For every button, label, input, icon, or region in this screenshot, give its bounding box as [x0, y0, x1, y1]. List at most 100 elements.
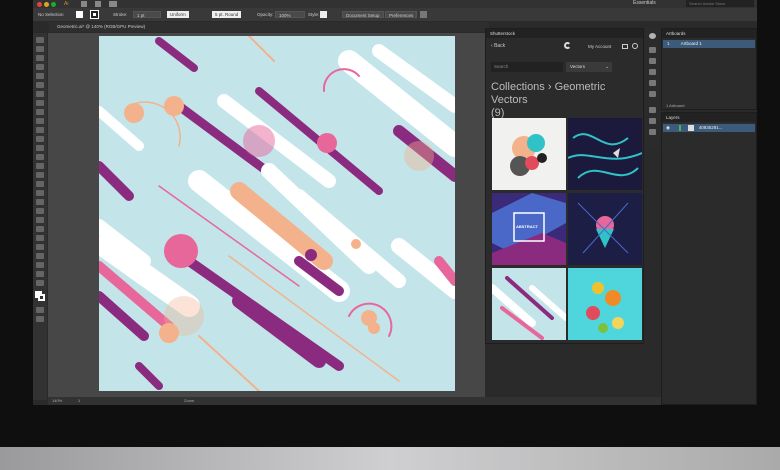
rotate-tool-icon[interactable]: [36, 145, 44, 151]
character-icon[interactable]: [649, 118, 656, 124]
panel-title: Layers: [662, 113, 756, 122]
thumbnail[interactable]: [492, 268, 566, 340]
paragraph-icon[interactable]: [649, 129, 656, 135]
back-button[interactable]: ‹ Back: [491, 43, 505, 49]
blend-tool-icon[interactable]: [36, 226, 44, 232]
control-bar: No Selection Stroke: 1 pt Uniform 5 pt. …: [33, 8, 757, 21]
align-icon[interactable]: [649, 80, 656, 86]
my-account-link[interactable]: My Account: [588, 44, 611, 49]
panel-icon-strip: [645, 28, 661, 148]
preferences-button[interactable]: Preferences: [385, 11, 418, 18]
app-logo: Ai: [64, 1, 69, 7]
direct-selection-tool-icon[interactable]: [36, 46, 44, 52]
arrange-icon[interactable]: [420, 11, 427, 18]
shutterstock-logo-icon: [564, 42, 571, 49]
libraries-icon[interactable]: [649, 107, 656, 113]
opacity-label: Opacity:: [257, 12, 274, 17]
shutterstock-panel-icon[interactable]: [649, 33, 656, 39]
pencil-tool-icon[interactable]: [36, 127, 44, 133]
status-bar: 140% 1 Zoom 1 Layer: [48, 397, 757, 405]
graph-tool-icon[interactable]: [36, 244, 44, 250]
transform-icon[interactable]: [649, 58, 656, 64]
lasso-tool-icon[interactable]: [36, 64, 44, 70]
thumbnail-text: ABSTRACT: [516, 224, 538, 229]
artboards-icon[interactable]: [649, 69, 656, 75]
artboard-number[interactable]: 1: [78, 397, 80, 405]
hand-tool-icon[interactable]: [36, 271, 44, 277]
stroke-label: Stroke:: [113, 12, 128, 17]
curvature-tool-icon[interactable]: [36, 82, 44, 88]
content-type-select[interactable]: Vectors ⌄: [566, 62, 612, 72]
settings-icon[interactable]: [632, 43, 638, 49]
visibility-eye-icon[interactable]: ◉: [663, 125, 670, 130]
workspace-switcher[interactable]: Essentials: [633, 0, 656, 6]
search-input[interactable]: Search: [491, 62, 563, 72]
drawing-mode-icon[interactable]: [36, 307, 44, 313]
artboards-panel: Artboards 1 Artboard 1 1 Artboard: [661, 28, 757, 110]
current-tool[interactable]: Zoom: [184, 397, 194, 405]
thumbnail[interactable]: [568, 268, 642, 340]
document-setup-button[interactable]: Document Setup: [342, 11, 384, 18]
pen-tool-icon[interactable]: [36, 73, 44, 79]
line-tool-icon[interactable]: [36, 100, 44, 106]
pathfinder-icon[interactable]: [649, 91, 656, 97]
scale-tool-icon[interactable]: [36, 154, 44, 160]
monitor-stand: [0, 447, 780, 470]
shape-builder-tool-icon[interactable]: [36, 181, 44, 187]
folder-icon[interactable]: [622, 44, 628, 49]
slice-tool-icon[interactable]: [36, 262, 44, 268]
variable-width-profile[interactable]: Uniform: [167, 11, 189, 18]
arrange-documents-icon[interactable]: [109, 1, 117, 7]
thumbnail[interactable]: [568, 118, 642, 190]
gradient-tool-icon[interactable]: [36, 208, 44, 214]
shutterstock-panel: Shutterstock ‹ Back My Account Search Ve…: [485, 28, 644, 344]
zoom-level[interactable]: 140%: [52, 397, 62, 405]
paintbrush-tool-icon[interactable]: [36, 118, 44, 124]
thumbnail[interactable]: [492, 118, 566, 190]
type-tool-icon[interactable]: [36, 91, 44, 97]
free-transform-tool-icon[interactable]: [36, 172, 44, 178]
canvas[interactable]: [48, 33, 485, 397]
rectangle-tool-icon[interactable]: [36, 109, 44, 115]
graphic-style-swatch[interactable]: [320, 11, 327, 18]
content-type-value: Vectors: [570, 64, 586, 69]
thumbnail[interactable]: [568, 193, 642, 265]
mesh-tool-icon[interactable]: [36, 199, 44, 205]
perspective-grid-tool-icon[interactable]: [36, 190, 44, 196]
document-tab[interactable]: Geometric.ai* @ 140% (RGB/GPU Preview): [49, 22, 489, 32]
stroke-weight-input[interactable]: 1 pt: [133, 11, 161, 18]
eraser-tool-icon[interactable]: [36, 136, 44, 142]
selection-label: No Selection: [38, 12, 64, 17]
artboard-tool-icon[interactable]: [36, 253, 44, 259]
thumbnail[interactable]: ABSTRACT: [492, 193, 566, 265]
artboard[interactable]: [99, 36, 455, 391]
collection-heading: Collections › Geometric Vectors (9): [491, 81, 606, 119]
menu-bar: Ai Essentials Search Adobe Stock: [33, 0, 757, 8]
appearance-icon[interactable]: [649, 47, 656, 53]
selection-tool-icon[interactable]: [36, 37, 44, 43]
brush-definition[interactable]: 5 pt. Round: [212, 11, 242, 18]
layer-row[interactable]: ◉ 40935291...: [663, 124, 755, 132]
minimize-window-button[interactable]: [44, 1, 49, 7]
zoom-tool-icon[interactable]: [36, 280, 44, 286]
stroke-swatch[interactable]: [90, 10, 99, 19]
layer-name: 40935291...: [698, 125, 723, 130]
stock-icon[interactable]: [95, 1, 101, 7]
bridge-icon[interactable]: [81, 1, 87, 7]
screen-mode-icon[interactable]: [36, 316, 44, 322]
artboard-row[interactable]: 1 Artboard 1: [663, 40, 755, 48]
opacity-input[interactable]: 100%: [275, 11, 305, 18]
layer-thumbnail: [688, 124, 695, 131]
panel-title: Shutterstock: [486, 29, 643, 38]
eyedropper-tool-icon[interactable]: [36, 217, 44, 223]
maximize-window-button[interactable]: [51, 1, 56, 7]
symbol-sprayer-tool-icon[interactable]: [36, 235, 44, 241]
stock-search-input[interactable]: Search Adobe Stock: [686, 0, 754, 7]
magic-wand-tool-icon[interactable]: [36, 55, 44, 61]
fill-swatch[interactable]: [76, 11, 83, 18]
stroke-color-icon[interactable]: [38, 294, 45, 301]
breadcrumb-collections[interactable]: Collections: [491, 81, 545, 93]
artboard-name: Artboard 1: [680, 41, 702, 46]
width-tool-icon[interactable]: [36, 163, 44, 169]
close-window-button[interactable]: [37, 1, 42, 7]
